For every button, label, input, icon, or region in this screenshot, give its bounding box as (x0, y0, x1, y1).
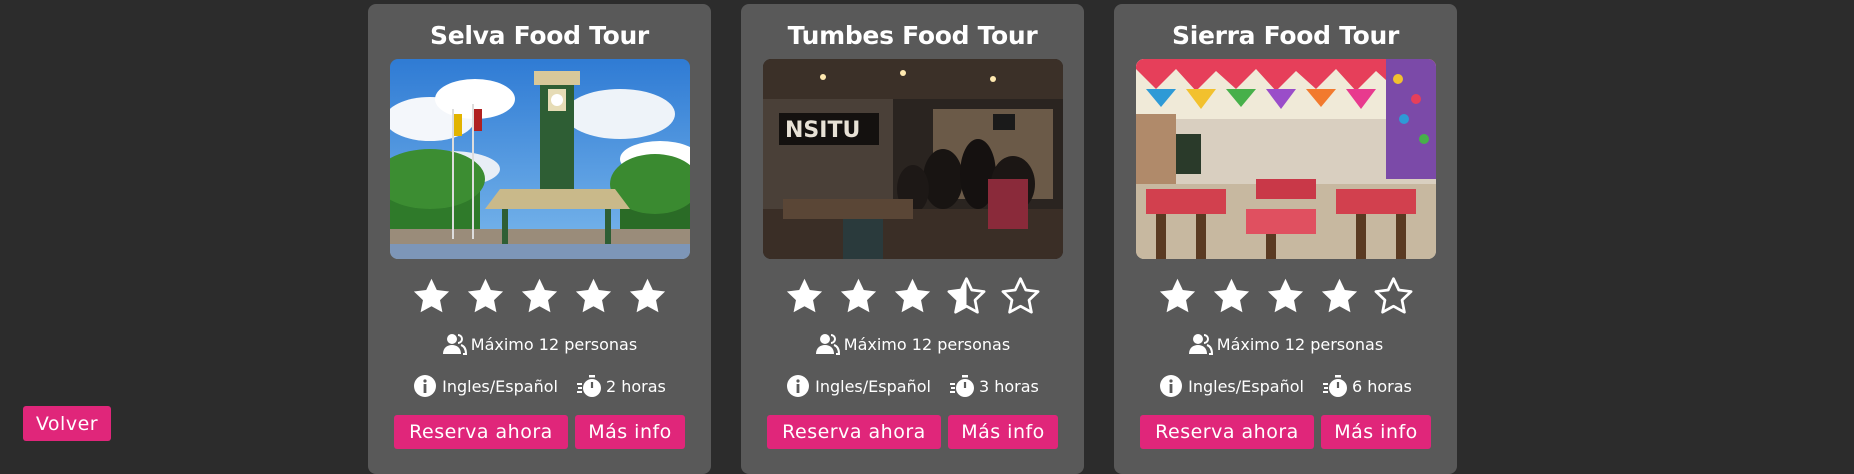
star-full-icon (1267, 278, 1304, 312)
users-icon (815, 332, 840, 356)
rating-stars (784, 275, 1041, 317)
tour-title: Sierra Food Tour (1171, 21, 1399, 50)
capacity-text: Máximo 12 personas (1216, 334, 1384, 354)
reserve-button[interactable]: Reserva ahora (394, 415, 568, 449)
tour-card-tumbes: Tumbes Food Tour NSITU Máximo 12 persona… (741, 4, 1084, 474)
info-icon (413, 374, 437, 398)
info-icon (1159, 374, 1183, 398)
more-info-button[interactable]: Más info (1321, 415, 1431, 449)
star-full-icon (1321, 278, 1358, 312)
details-row: Ingles/Español 6 horas (1159, 372, 1412, 400)
more-info-button[interactable]: Más info (948, 415, 1058, 449)
info-icon (786, 374, 810, 398)
language-text: Ingles/Español (1188, 376, 1304, 396)
star-full-icon (840, 278, 877, 312)
card-actions: Reserva ahora Más info (394, 415, 685, 449)
star-full-icon (1213, 278, 1250, 312)
star-empty-icon (1374, 276, 1413, 314)
more-info-button[interactable]: Más info (575, 415, 685, 449)
duration-text: 3 horas (978, 376, 1039, 396)
rating-stars (411, 275, 668, 317)
stopwatch-icon (1322, 374, 1347, 398)
star-empty-icon (1001, 276, 1040, 314)
back-button[interactable]: Volver (23, 406, 111, 441)
reserve-button[interactable]: Reserva ahora (767, 415, 941, 449)
duration-text: 6 horas (1351, 376, 1412, 396)
users-icon (442, 332, 467, 356)
svg-text:NSITU: NSITU (785, 118, 860, 143)
star-full-icon (521, 278, 558, 312)
tour-title: Selva Food Tour (430, 21, 649, 50)
card-actions: Reserva ahora Más info (767, 415, 1058, 449)
stopwatch-icon (949, 374, 974, 398)
tour-cards: Selva Food Tour Máximo 12 personas Ingle… (368, 4, 1457, 474)
reserve-button[interactable]: Reserva ahora (1140, 415, 1314, 449)
tour-photo (1135, 59, 1436, 259)
star-full-icon (894, 278, 931, 312)
tour-photo: NSITU (762, 59, 1063, 259)
language-text: Ingles/Español (815, 376, 931, 396)
tour-card-sierra: Sierra Food Tour Máximo 12 personas Ingl… (1114, 4, 1457, 474)
rating-stars (1157, 275, 1414, 317)
details-row: Ingles/Español 3 horas (786, 372, 1039, 400)
language-text: Ingles/Español (442, 376, 558, 396)
stopwatch-icon (576, 374, 601, 398)
star-full-icon (1159, 278, 1196, 312)
card-actions: Reserva ahora Más info (1140, 415, 1431, 449)
star-full-icon (467, 278, 504, 312)
star-full-icon (575, 278, 612, 312)
star-half-icon (947, 276, 986, 314)
capacity-row: Máximo 12 personas (1188, 330, 1383, 358)
tour-card-selva: Selva Food Tour Máximo 12 personas Ingle… (368, 4, 711, 474)
tour-photo (389, 59, 690, 259)
capacity-text: Máximo 12 personas (470, 334, 638, 354)
capacity-text: Máximo 12 personas (843, 334, 1011, 354)
star-full-icon (629, 278, 666, 312)
capacity-row: Máximo 12 personas (442, 330, 637, 358)
details-row: Ingles/Español 2 horas (413, 372, 666, 400)
star-full-icon (413, 278, 450, 312)
star-full-icon (786, 278, 823, 312)
duration-text: 2 horas (605, 376, 666, 396)
users-icon (1188, 332, 1213, 356)
capacity-row: Máximo 12 personas (815, 330, 1010, 358)
tour-title: Tumbes Food Tour (787, 21, 1038, 50)
